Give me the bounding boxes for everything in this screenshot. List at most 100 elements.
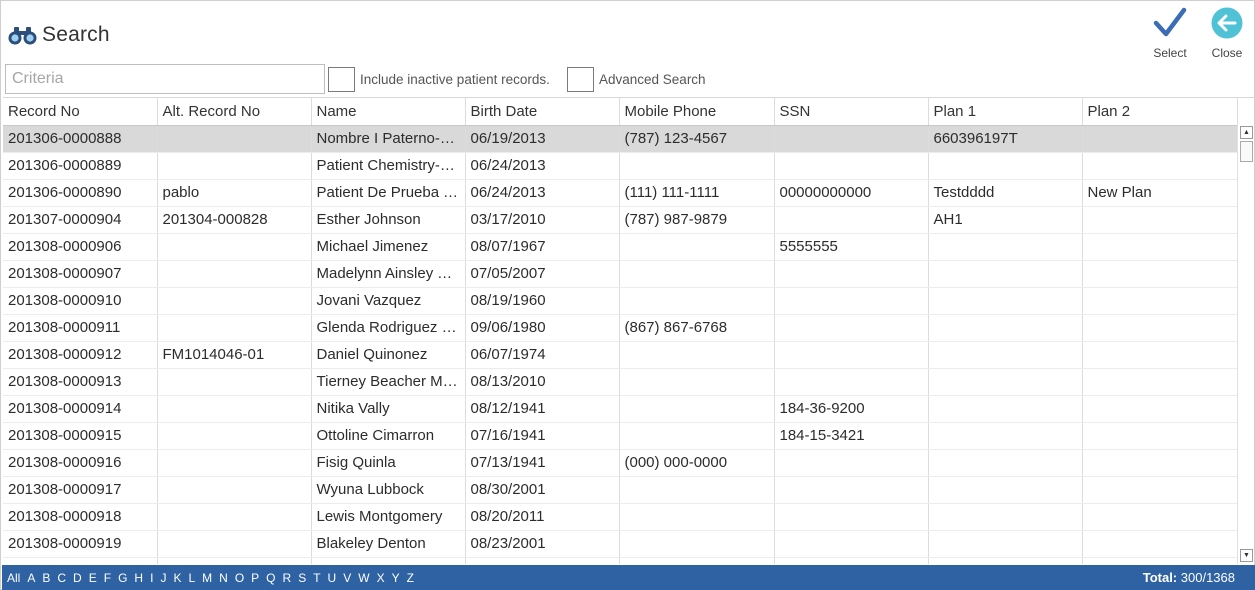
- col-header[interactable]: Name: [311, 98, 466, 126]
- scroll-up-icon[interactable]: ▲: [1240, 126, 1253, 139]
- letter-filter-y[interactable]: Y: [392, 571, 400, 585]
- letter-filter-all[interactable]: All: [7, 571, 20, 585]
- table-row[interactable]: 201306-0000889 Patient Chemistry-Test 06/2…: [3, 152, 1238, 180]
- table-cell: [619, 341, 775, 369]
- table-cell: [928, 476, 1083, 504]
- table-cell: 201306-0000889: [3, 152, 158, 180]
- table-cell: pablo: [157, 179, 312, 207]
- table-cell: 08/23/2001: [465, 530, 620, 558]
- letter-filter-f[interactable]: F: [104, 571, 111, 585]
- letter-filter-n[interactable]: N: [219, 571, 228, 585]
- results-table: Record No Alt. Record No Name Birth Date…: [3, 98, 1238, 564]
- table-body: 201306-0000888Nombre I Paterno-Materno06…: [3, 125, 1238, 564]
- include-inactive-checkbox[interactable]: [328, 67, 355, 92]
- col-header[interactable]: SSN: [774, 98, 929, 126]
- table-row[interactable]: 201308-0000917 Wyuna Lubbock 08/30/2001: [3, 476, 1238, 504]
- table-cell: [774, 125, 929, 153]
- select-button[interactable]: Select: [1147, 7, 1193, 60]
- col-header[interactable]: Birth Date: [465, 98, 620, 126]
- letter-filter-p[interactable]: P: [251, 571, 259, 585]
- col-header[interactable]: Record No: [3, 98, 158, 126]
- letter-filter-r[interactable]: R: [283, 571, 292, 585]
- letter-filter-c[interactable]: C: [57, 571, 66, 585]
- table-cell: [928, 368, 1083, 396]
- letter-filter-a[interactable]: A: [27, 571, 35, 585]
- vertical-scrollbar[interactable]: ▲ ▼: [1237, 124, 1254, 564]
- letter-filter-x[interactable]: X: [377, 571, 385, 585]
- table-cell: [157, 368, 312, 396]
- letter-filter-t[interactable]: T: [313, 571, 320, 585]
- table-cell: 06/07/1974: [465, 341, 620, 369]
- table-row[interactable]: 201306-0000890 pablo Patient De Prueba Tes…: [3, 179, 1238, 207]
- table-cell: 08/20/2011: [465, 503, 620, 531]
- table-cell: [928, 152, 1083, 180]
- table-cell: 06/19/2013: [465, 125, 620, 153]
- letter-filter-e[interactable]: E: [89, 571, 97, 585]
- total-value: 300/1368: [1180, 570, 1235, 585]
- letter-filter-k[interactable]: K: [173, 571, 181, 585]
- table-row[interactable]: 201307-0000904 201304-000828 Esther Johnso…: [3, 206, 1238, 234]
- table-cell: [619, 503, 775, 531]
- letter-filter-u[interactable]: U: [328, 571, 337, 585]
- table-row[interactable]: 201308-0000916 Fisig Quinla 07/13/1941 (000…: [3, 449, 1238, 477]
- col-header[interactable]: Alt. Record No: [157, 98, 312, 126]
- table-row[interactable]: [3, 557, 1238, 564]
- letter-filter-s[interactable]: S: [298, 571, 306, 585]
- table-cell: 03/17/2010: [465, 206, 620, 234]
- table-cell: 07/05/2007: [465, 260, 620, 288]
- col-header[interactable]: Mobile Phone: [619, 98, 775, 126]
- table-cell: [928, 557, 1083, 564]
- letter-filter-i[interactable]: I: [150, 571, 153, 585]
- table-cell: [1082, 476, 1238, 504]
- table-row[interactable]: 201308-0000918 Lewis Montgomery 08/20/2011: [3, 503, 1238, 531]
- binoculars-icon: [8, 27, 37, 45]
- letter-filter-b[interactable]: B: [42, 571, 50, 585]
- table-row[interactable]: 201308-0000915 Ottoline Cimarron 07/16/194…: [3, 422, 1238, 450]
- table-cell: [619, 530, 775, 558]
- table-cell: 201308-0000915: [3, 422, 158, 450]
- table-cell: [928, 395, 1083, 423]
- advanced-search-checkbox[interactable]: [567, 67, 594, 92]
- letter-filter-z[interactable]: Z: [407, 571, 414, 585]
- table-cell: [928, 233, 1083, 261]
- letter-filter-o[interactable]: O: [235, 571, 244, 585]
- letter-filter-h[interactable]: H: [134, 571, 143, 585]
- letter-filter-v[interactable]: V: [343, 571, 351, 585]
- table-cell: [1082, 557, 1238, 564]
- table-cell: [1082, 287, 1238, 315]
- table-cell: [1082, 206, 1238, 234]
- table-row[interactable]: 201308-0000913 Tierney Beacher Martinez08…: [3, 368, 1238, 396]
- letter-filter-q[interactable]: Q: [266, 571, 275, 585]
- criteria-input[interactable]: [5, 64, 325, 94]
- table-row[interactable]: 201308-0000919 Blakeley Denton 08/23/2001: [3, 530, 1238, 558]
- table-row[interactable]: 201308-0000912 FM1014046-01 Daniel Quinone…: [3, 341, 1238, 369]
- table-row[interactable]: 201308-0000911 Glenda Rodriguez Rivera09/…: [3, 314, 1238, 342]
- table-cell: [1082, 260, 1238, 288]
- letter-filter-m[interactable]: M: [202, 571, 212, 585]
- table-row[interactable]: 201308-0000907 Madelynn Ainsley Thomas07/…: [3, 260, 1238, 288]
- col-header[interactable]: Plan 1: [928, 98, 1083, 126]
- letter-filter-j[interactable]: J: [160, 571, 166, 585]
- table-row[interactable]: 201308-0000910 Jovani Vazquez 08/19/1960: [3, 287, 1238, 315]
- table-cell: 184-36-9200: [774, 395, 929, 423]
- table-cell: [619, 476, 775, 504]
- table-row[interactable]: 201306-0000888 Nombre I Paterno-Materno06…: [3, 125, 1238, 153]
- col-header[interactable]: Plan 2: [1082, 98, 1238, 126]
- table-cell: 07/16/1941: [465, 422, 620, 450]
- table-cell: [1082, 395, 1238, 423]
- letter-filter-g[interactable]: G: [118, 571, 127, 585]
- table-cell: [157, 287, 312, 315]
- title-text: Search: [42, 23, 110, 46]
- close-button[interactable]: Close: [1204, 7, 1250, 60]
- table-cell: 184-15-3421: [774, 422, 929, 450]
- table-cell: [1082, 341, 1238, 369]
- table-row[interactable]: 201308-0000906 Michael Jimenez 08/07/1967 5…: [3, 233, 1238, 261]
- search-window: Search Select Close Include inactive pat…: [0, 0, 1255, 590]
- table-cell: [928, 287, 1083, 315]
- letter-filter-w[interactable]: W: [358, 571, 369, 585]
- scroll-down-icon[interactable]: ▼: [1240, 549, 1253, 562]
- table-row[interactable]: 201308-0000914 Nitika Vally 08/12/1941 184-…: [3, 395, 1238, 423]
- letter-filter-l[interactable]: L: [188, 571, 195, 585]
- scroll-thumb[interactable]: [1240, 141, 1253, 162]
- letter-filter-d[interactable]: D: [73, 571, 82, 585]
